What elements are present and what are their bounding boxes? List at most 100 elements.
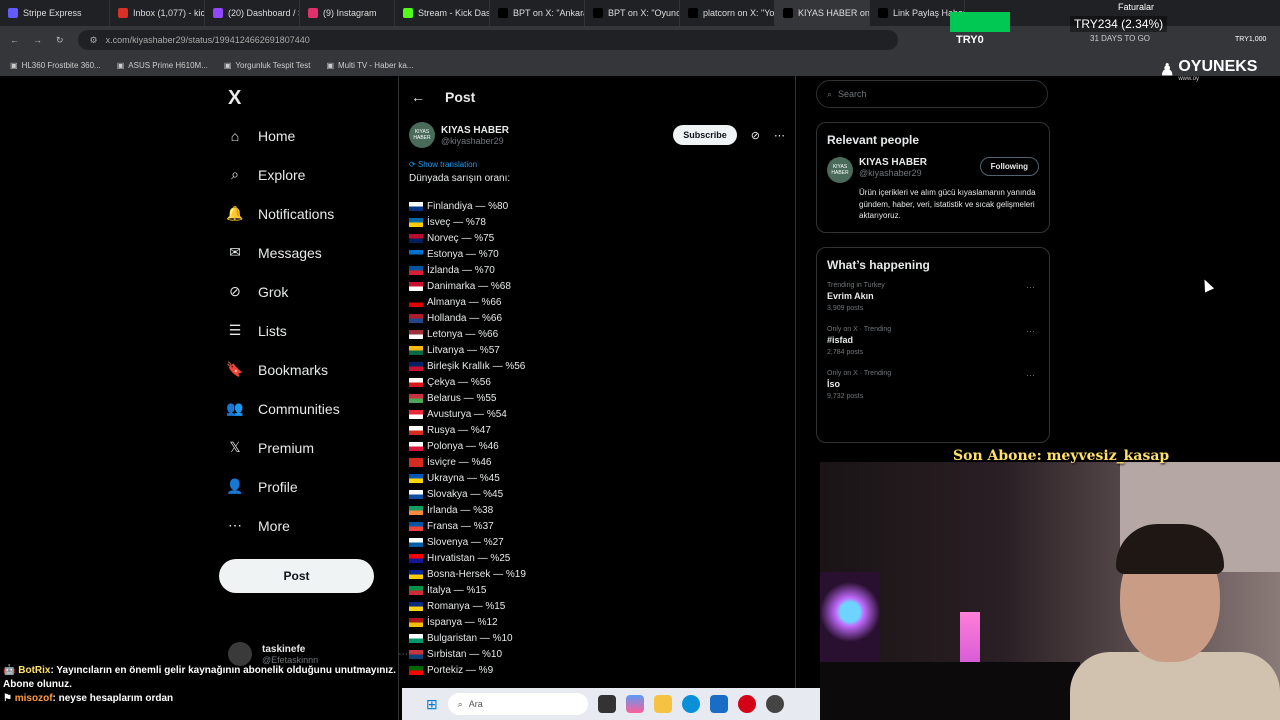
bookmark-item[interactable]: ▣ HL360 Frostbite 360...: [10, 61, 101, 70]
oyuneks-url: www.oy: [1178, 76, 1200, 82]
bookmark-item[interactable]: ▣ Multi TV - Haber ka...: [326, 61, 413, 70]
sidebar-item-communities[interactable]: 👥 Communities: [218, 389, 398, 428]
task-view-icon[interactable]: [597, 695, 616, 713]
opera-icon[interactable]: [737, 695, 756, 713]
relevant-person[interactable]: KIYAS HABER KIYAS HABER @kiyashaber29 Fo…: [827, 157, 1039, 183]
more-icon[interactable]: ⋯: [1026, 370, 1035, 381]
sidebar-item-lists[interactable]: ☰ Lists: [218, 311, 398, 350]
browser-tab[interactable]: Stripe Express: [0, 0, 110, 26]
tab-favicon-icon: [118, 8, 128, 18]
copilot-icon[interactable]: [625, 695, 644, 713]
goal-days-left: 31 DAYS TO GO: [1090, 34, 1151, 43]
country-flag-icon: [409, 377, 423, 387]
list-item: Hırvatistan — %25: [409, 550, 785, 566]
post-header: ← Post: [399, 76, 795, 118]
sidebar-item-messages[interactable]: ✉ Messages: [218, 233, 398, 272]
account-switcher[interactable]: taskinefe @Efetaskinnn ⋯: [228, 642, 408, 666]
country-text: Slovenya — %27: [427, 536, 504, 548]
country-flag-icon: [409, 425, 423, 435]
sidebar-item-home[interactable]: ⌂ Home: [218, 116, 398, 155]
sidebar-item-more[interactable]: ⋯ More: [218, 506, 398, 545]
sidebar-item-notifications[interactable]: 🔔 Notifications: [218, 194, 398, 233]
list-item: Litvanya — %57: [409, 342, 785, 358]
country-flag-icon: [409, 665, 423, 675]
browser-tab[interactable]: KIYAS HABER on X: "Düny: [775, 0, 870, 26]
country-flag-icon: [409, 361, 423, 371]
url-field[interactable]: ⚙ x.com/kiyashaber29/status/199412466269…: [77, 30, 898, 50]
tweet-text: Dünyada sarışın oranı:: [409, 173, 511, 184]
chat-text: : neyse hesaplarım ordan: [52, 693, 174, 704]
x-logo-icon[interactable]: X: [218, 80, 398, 116]
trend-item[interactable]: Only on X · Trending #isfad 2,784 posts ⋯: [827, 326, 1039, 356]
taskbar-search[interactable]: ⌕ Ara: [447, 693, 588, 715]
post-button[interactable]: Post: [219, 559, 374, 593]
browser-tab[interactable]: Stream - Kick Dashboard: [395, 0, 490, 26]
avatar: [228, 642, 252, 666]
x-sidebar: X ⌂ Home ⌕ Explore 🔔 Notifications ✉ Messages ⊘ G…: [218, 80, 398, 545]
person-handle[interactable]: @kiyashaber29: [859, 168, 927, 178]
browser-tab[interactable]: BPT on X: "Oyunculuğu b: [585, 0, 680, 26]
reload-icon[interactable]: ↻: [56, 35, 64, 46]
browser-tab[interactable]: BPT on X: "Ankara'da bir: [490, 0, 585, 26]
back-arrow-icon[interactable]: ←: [10, 35, 19, 45]
country-text: Litvanya — %57: [427, 344, 500, 356]
country-text: Belarus — %55: [427, 392, 497, 404]
site-info-icon[interactable]: ⚙: [90, 35, 98, 46]
sidebar-item-explore[interactable]: ⌕ Explore: [218, 155, 398, 194]
tab-favicon-icon: [783, 8, 793, 18]
browser-tab[interactable]: Inbox (1,077) - kicktasking: [110, 0, 205, 26]
tab-label: (20) Dashboard / Streamli: [228, 8, 299, 18]
goal-target-amount: TRY1,000: [1235, 36, 1267, 43]
trend-context: Only on X · Trending: [827, 369, 892, 377]
more-icon[interactable]: ⋯: [774, 129, 785, 142]
file-explorer-icon[interactable]: [653, 695, 672, 713]
trend-item[interactable]: Trending in Turkey Evrim Akın 3,909 posts ⋯: [827, 282, 1039, 312]
browser-tab[interactable]: platcorn on X: "YouTuber: [680, 0, 775, 26]
back-icon[interactable]: ←: [411, 89, 425, 105]
search-input[interactable]: ⌕ Search: [816, 80, 1048, 108]
mouse-cursor-icon: [1199, 277, 1215, 293]
edge-icon[interactable]: [681, 695, 700, 713]
more-icon[interactable]: ⋯: [1026, 326, 1035, 337]
author-name[interactable]: KIYAS HABER: [441, 125, 509, 136]
list-item: Birleşik Krallık — %56: [409, 358, 785, 374]
forward-arrow-icon[interactable]: →: [33, 35, 42, 45]
bookmark-item[interactable]: ▣ Yorgunluk Tespit Test: [224, 61, 311, 70]
post-column: ← Post KIYAS HABER KIYAS HABER @kiyashab…: [398, 76, 796, 720]
relevant-people-title: Relevant people: [827, 133, 920, 147]
person-icon: 👤: [226, 478, 244, 494]
sidebar-item-label: Premium: [258, 439, 315, 456]
windows-start-icon[interactable]: ⊞: [426, 696, 438, 713]
bookmark-item[interactable]: ▣ ASUS Prime H610M...: [117, 61, 208, 70]
country-text: Slovakya — %45: [427, 488, 504, 500]
country-flag-icon: [409, 601, 423, 611]
country-text: Hollanda — %66: [427, 312, 503, 324]
sidebar-item-profile[interactable]: 👤 Profile: [218, 467, 398, 506]
x-premium-icon: 𝕏: [229, 439, 241, 455]
trend-name: İso: [827, 378, 841, 389]
store-icon[interactable]: [709, 695, 728, 713]
sidebar-item-bookmarks[interactable]: 🔖 Bookmarks: [218, 350, 398, 389]
whats-happening-card: What’s happening Trending in Turkey Evrim…: [816, 246, 1050, 443]
sidebar-item-premium[interactable]: 𝕏 Premium: [218, 428, 398, 467]
author-handle[interactable]: @kiyashaber29: [441, 136, 509, 146]
person-name[interactable]: KIYAS HABER: [859, 157, 927, 168]
tab-favicon-icon: [8, 8, 18, 18]
show-translation-link[interactable]: ⟳ Show translation: [399, 152, 795, 169]
country-text: Bulgaristan — %10: [427, 632, 513, 644]
settings-icon[interactable]: [765, 695, 784, 713]
bookmark-icon: ▣: [116, 60, 125, 70]
author-avatar[interactable]: KIYAS HABER: [409, 122, 435, 148]
cam-person-body: [1070, 652, 1280, 720]
sidebar-item-grok[interactable]: ⊘ Grok: [218, 272, 398, 311]
list-item: Slovakya — %45: [409, 486, 785, 502]
following-button[interactable]: Following: [979, 157, 1039, 176]
browser-tab[interactable]: (20) Dashboard / Streamli: [205, 0, 300, 26]
grok-icon[interactable]: ⊘: [751, 129, 760, 142]
person-avatar[interactable]: KIYAS HABER: [827, 157, 853, 183]
trend-item[interactable]: Only on X · Trending İso 9,732 posts ⋯: [827, 370, 1039, 400]
subscribe-button[interactable]: Subscribe: [673, 125, 737, 145]
country-flag-icon: [409, 649, 423, 659]
browser-tab[interactable]: (9) Instagram: [300, 0, 395, 26]
more-icon[interactable]: ⋯: [1026, 282, 1035, 293]
